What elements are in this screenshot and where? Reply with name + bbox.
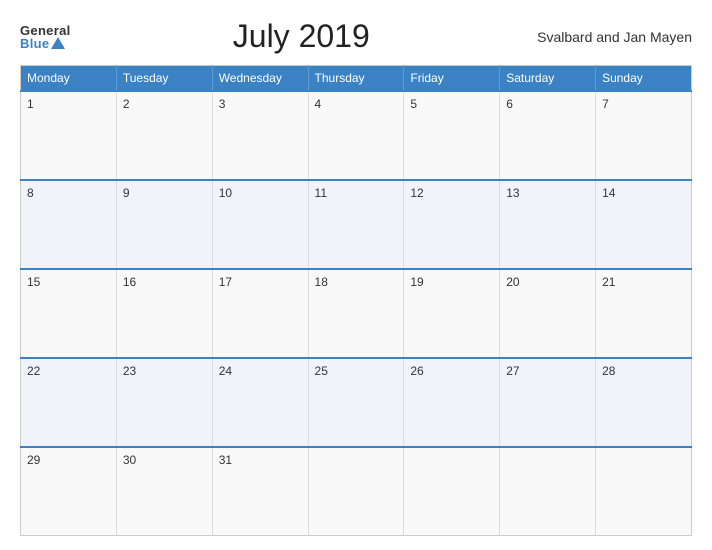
calendar-day-cell (404, 447, 500, 536)
day-number: 22 (27, 364, 40, 378)
calendar-week-row: 22 23 24 25 26 27 28 (21, 358, 692, 447)
calendar-day-cell: 8 (21, 180, 117, 269)
logo: General Blue (20, 24, 71, 50)
calendar-day-cell: 31 (212, 447, 308, 536)
calendar-day-cell (500, 447, 596, 536)
calendar-day-cell: 14 (596, 180, 692, 269)
weekday-header: Sunday (596, 66, 692, 92)
day-number: 1 (27, 97, 34, 111)
weekday-header: Tuesday (116, 66, 212, 92)
day-number: 9 (123, 186, 130, 200)
day-number: 24 (219, 364, 232, 378)
weekday-header: Wednesday (212, 66, 308, 92)
calendar-day-cell: 26 (404, 358, 500, 447)
day-number: 10 (219, 186, 232, 200)
calendar-day-cell: 22 (21, 358, 117, 447)
day-number: 23 (123, 364, 136, 378)
calendar-day-cell: 16 (116, 269, 212, 358)
day-number: 15 (27, 275, 40, 289)
calendar-day-cell: 24 (212, 358, 308, 447)
day-number: 18 (315, 275, 328, 289)
day-number: 21 (602, 275, 615, 289)
calendar-day-cell: 18 (308, 269, 404, 358)
header: General Blue July 2019 Svalbard and Jan … (20, 18, 692, 55)
day-number: 13 (506, 186, 519, 200)
day-number: 5 (410, 97, 417, 111)
calendar-day-cell (308, 447, 404, 536)
calendar-header-row: MondayTuesdayWednesdayThursdayFridaySatu… (21, 66, 692, 92)
calendar-day-cell: 6 (500, 91, 596, 180)
calendar-day-cell: 15 (21, 269, 117, 358)
calendar-day-cell: 2 (116, 91, 212, 180)
day-number: 26 (410, 364, 423, 378)
calendar-day-cell: 28 (596, 358, 692, 447)
day-number: 20 (506, 275, 519, 289)
day-number: 11 (315, 186, 327, 200)
calendar-day-cell: 27 (500, 358, 596, 447)
calendar-day-cell: 3 (212, 91, 308, 180)
calendar-week-row: 15 16 17 18 19 20 21 (21, 269, 692, 358)
calendar-day-cell: 13 (500, 180, 596, 269)
calendar-day-cell: 4 (308, 91, 404, 180)
day-number: 7 (602, 97, 609, 111)
day-number: 2 (123, 97, 130, 111)
day-number: 27 (506, 364, 519, 378)
day-number: 4 (315, 97, 322, 111)
weekday-header: Friday (404, 66, 500, 92)
calendar-day-cell: 1 (21, 91, 117, 180)
calendar-day-cell: 19 (404, 269, 500, 358)
region-label: Svalbard and Jan Mayen (532, 29, 692, 45)
day-number: 12 (410, 186, 423, 200)
logo-triangle-icon (51, 37, 65, 49)
calendar-day-cell: 11 (308, 180, 404, 269)
weekday-header: Thursday (308, 66, 404, 92)
day-number: 28 (602, 364, 615, 378)
calendar-day-cell (596, 447, 692, 536)
logo-blue-text: Blue (20, 37, 65, 50)
calendar-day-cell: 9 (116, 180, 212, 269)
calendar-day-cell: 29 (21, 447, 117, 536)
calendar-day-cell: 30 (116, 447, 212, 536)
calendar-week-row: 1 2 3 4 5 6 7 (21, 91, 692, 180)
calendar-day-cell: 7 (596, 91, 692, 180)
day-number: 31 (219, 453, 232, 467)
day-number: 6 (506, 97, 513, 111)
day-number: 25 (315, 364, 328, 378)
calendar-page: General Blue July 2019 Svalbard and Jan … (0, 0, 712, 550)
calendar-week-row: 8 9 10 11 12 13 14 (21, 180, 692, 269)
calendar-day-cell: 10 (212, 180, 308, 269)
day-number: 17 (219, 275, 232, 289)
logo-general-text: General (20, 24, 71, 37)
day-number: 19 (410, 275, 423, 289)
calendar-day-cell: 17 (212, 269, 308, 358)
weekday-header: Monday (21, 66, 117, 92)
calendar-week-row: 29 30 31 (21, 447, 692, 536)
calendar-day-cell: 23 (116, 358, 212, 447)
calendar-day-cell: 12 (404, 180, 500, 269)
month-title: July 2019 (71, 18, 532, 55)
calendar-day-cell: 25 (308, 358, 404, 447)
calendar-day-cell: 20 (500, 269, 596, 358)
calendar-day-cell: 5 (404, 91, 500, 180)
calendar-day-cell: 21 (596, 269, 692, 358)
day-number: 29 (27, 453, 40, 467)
weekday-header: Saturday (500, 66, 596, 92)
calendar-table: MondayTuesdayWednesdayThursdayFridaySatu… (20, 65, 692, 536)
day-number: 14 (602, 186, 615, 200)
day-number: 16 (123, 275, 136, 289)
day-number: 30 (123, 453, 136, 467)
day-number: 3 (219, 97, 226, 111)
day-number: 8 (27, 186, 34, 200)
